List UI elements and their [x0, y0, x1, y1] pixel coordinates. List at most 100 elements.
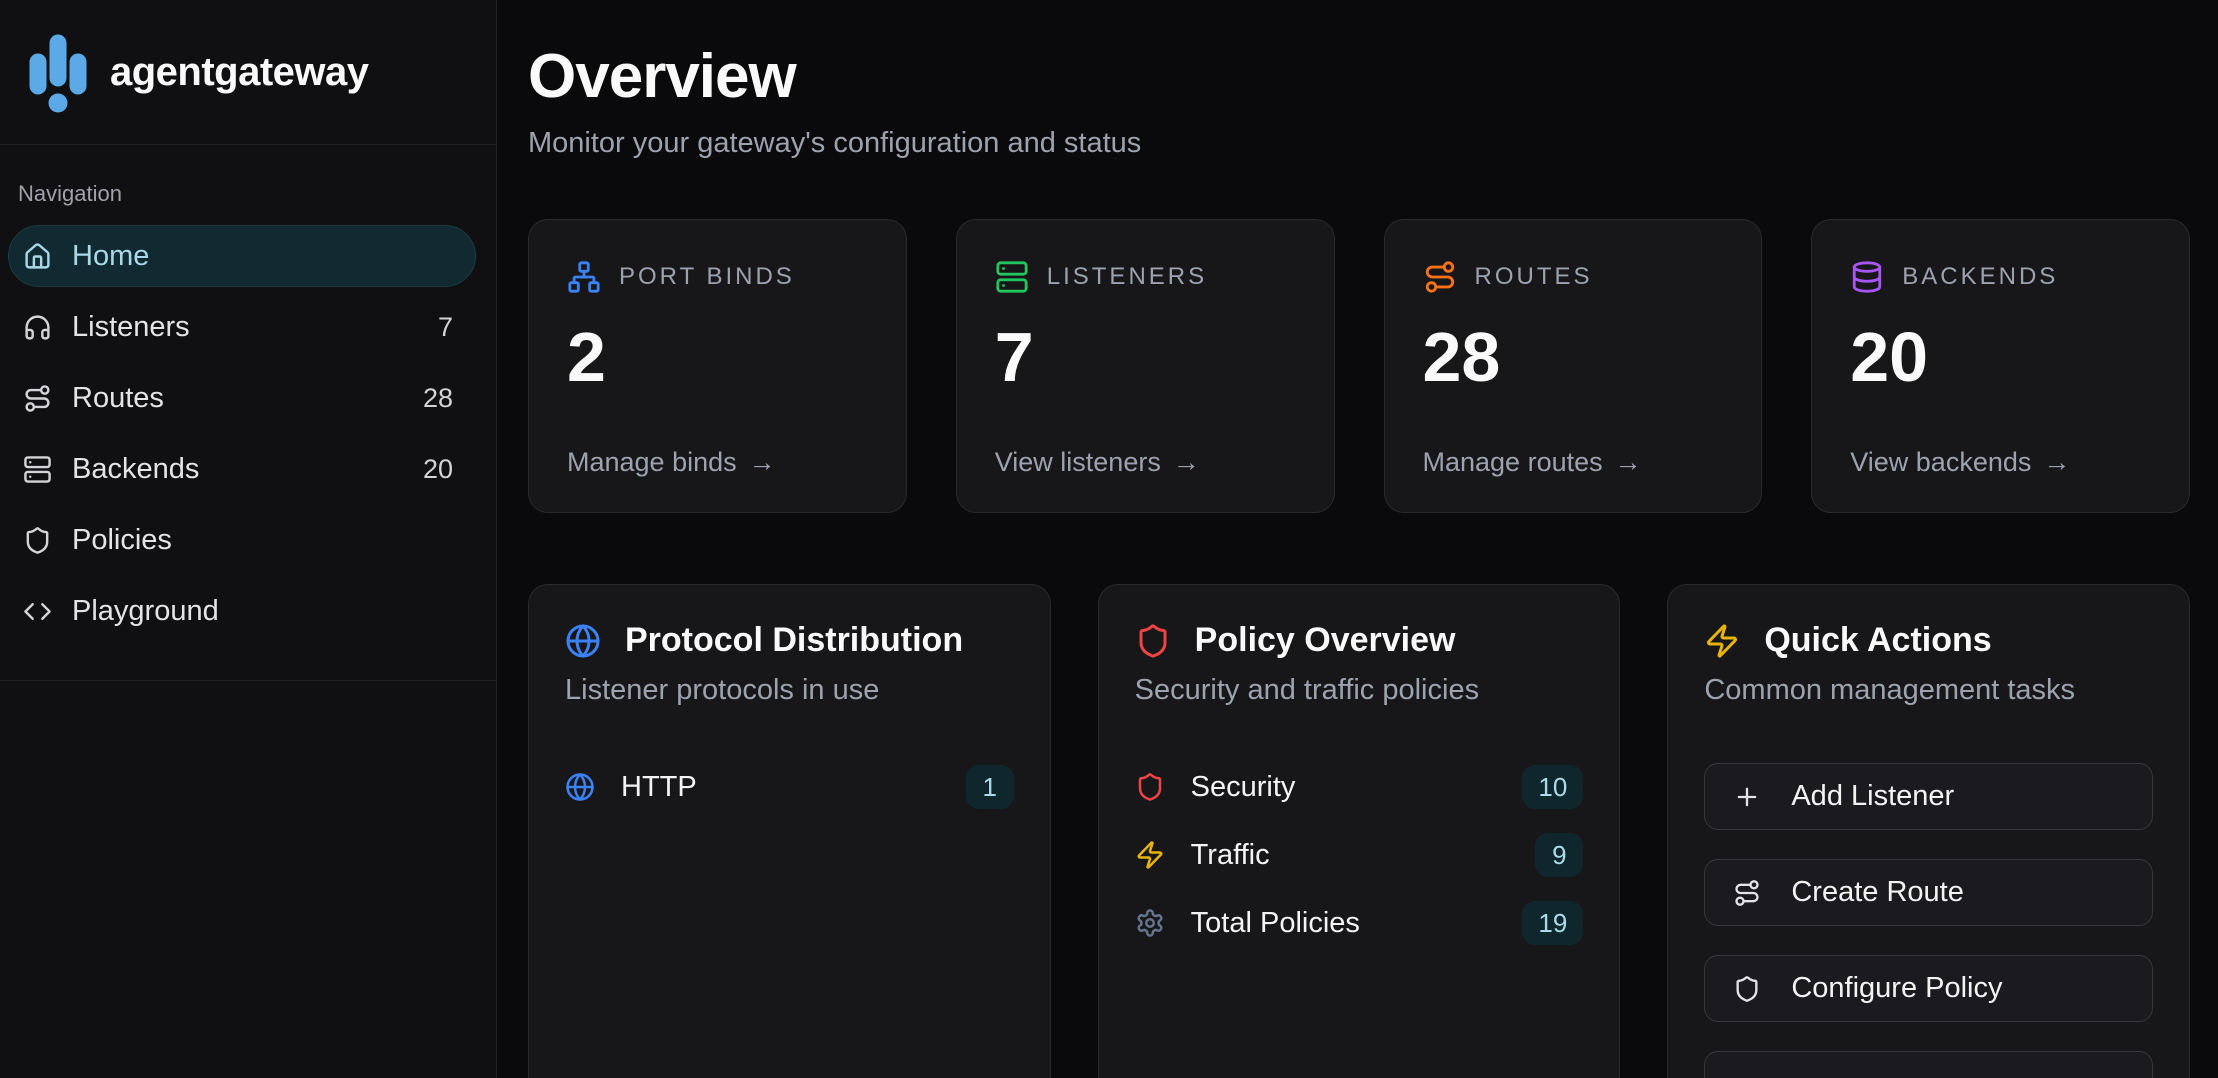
sidebar-item-home[interactable]: Home [8, 225, 476, 287]
panel-row-total-policies: Total Policies 19 [1135, 899, 1584, 947]
stat-card-header: BACKENDS [1850, 260, 2151, 294]
panel-title: Quick Actions [1764, 621, 1991, 660]
route-icon [1733, 879, 1761, 907]
network-icon [567, 260, 601, 294]
page-title: Overview [528, 42, 2190, 111]
nav-section-label: Navigation [18, 181, 496, 207]
sidebar-item-playground[interactable]: Playground [8, 580, 476, 642]
sidebar-item-count: 20 [423, 454, 453, 485]
stat-card-link-label: View listeners [995, 447, 1161, 478]
stat-card-link-view-backends[interactable]: View backends → [1850, 447, 2151, 478]
sidebar-item-routes[interactable]: Routes28 [8, 367, 476, 429]
stat-card-link-view-listeners[interactable]: View listeners→ [995, 447, 1296, 478]
globe-icon [565, 772, 595, 802]
stat-card-value: 2 [567, 322, 868, 392]
panel-header: Protocol Distribution [565, 621, 1014, 660]
stat-cards-row: PORT BINDS 2 Manage binds → LISTENERS 7 View l… [528, 219, 2190, 513]
database-icon [1850, 260, 1884, 294]
sidebar-item-label: Listeners [72, 311, 418, 344]
sidebar-item-backends[interactable]: Backends 20 [8, 438, 476, 500]
stat-card-header: LISTENERS [995, 260, 1296, 294]
sidebar-item-label: Playground [72, 595, 453, 628]
headphones-icon [23, 313, 52, 342]
stat-card-label: BACKENDS [1902, 263, 2058, 291]
gear-icon [1135, 908, 1165, 938]
stat-card-label: ROUTES [1475, 263, 1593, 291]
panel-title: Policy Overview [1195, 621, 1456, 660]
policy-overview-panel: Policy Overview Security and traffic pol… [1098, 584, 1621, 1078]
arrow-right-icon: → [749, 447, 776, 478]
stat-card-value: 20 [1850, 322, 2151, 392]
panels-row: Protocol Distribution Listener protocols… [528, 584, 2190, 1078]
stat-card-link-manage-routes[interactable]: Manage routes → [1423, 447, 1724, 478]
main-content: Overview Monitor your gateway's configur… [497, 0, 2218, 1078]
panel-header: Quick Actions [1704, 621, 2153, 660]
panel-row-security: Security 10 [1135, 763, 1584, 811]
panel-row-traffic: Traffic9 [1135, 831, 1584, 879]
sidebar-item-label: Routes [72, 382, 403, 415]
shield-icon [1733, 975, 1761, 1003]
sidebar-item-policies[interactable]: Policies [8, 509, 476, 571]
row-label: Security [1191, 771, 1497, 804]
quick-actions-list: Add Listener Create Route Configure Policy [1704, 763, 2153, 1078]
quick-action-create-route[interactable]: Create Route [1704, 859, 2153, 926]
sidebar-item-count: 7 [438, 312, 453, 343]
count-badge: 10 [1522, 765, 1583, 809]
logo-text: agentgateway [110, 50, 369, 95]
stat-card-header: PORT BINDS [567, 260, 868, 294]
globe-icon [565, 623, 601, 659]
protocol-rows: HTTP1 [565, 763, 1014, 811]
stat-card-label: LISTENERS [1047, 263, 1207, 291]
row-label: HTTP [621, 771, 940, 804]
quick-action-configure-policy[interactable]: Configure Policy [1704, 955, 2153, 1022]
quick-action-label: Add Listener [1791, 780, 1954, 813]
stat-card-backends: BACKENDS 20 View backends → [1811, 219, 2190, 513]
stat-card-routes: ROUTES 28 Manage routes → [1384, 219, 1763, 513]
arrow-right-icon: → [2043, 447, 2070, 478]
quick-action-label: Create Route [1791, 876, 1964, 909]
quick-action-button-4[interactable] [1704, 1051, 2153, 1078]
stat-card-value: 28 [1423, 322, 1724, 392]
stat-card-link-manage-binds[interactable]: Manage binds → [567, 447, 868, 478]
agentgateway-logo-icon [26, 28, 90, 116]
sidebar: agentgateway Navigation Home Listeners 7 Ro… [0, 0, 497, 1078]
policy-rows: Security 10 Traffic9 Total Policies 19 [1135, 763, 1584, 947]
logo[interactable]: agentgateway [0, 0, 496, 145]
stat-card-link-label: Manage binds [567, 447, 737, 478]
panel-row-http: HTTP1 [565, 763, 1014, 811]
zap-icon [1135, 840, 1165, 870]
arrow-right-icon: → [1615, 447, 1642, 478]
panel-header: Policy Overview [1135, 621, 1584, 660]
code-icon [23, 597, 52, 626]
route-icon [1423, 260, 1457, 294]
row-label: Total Policies [1191, 907, 1497, 940]
sidebar-divider [0, 680, 496, 681]
quick-action-label: Configure Policy [1791, 972, 2002, 1005]
plus-icon [1733, 783, 1761, 811]
route-icon [23, 384, 52, 413]
app-root: agentgateway Navigation Home Listeners 7 Ro… [0, 0, 2218, 1078]
sidebar-item-listeners[interactable]: Listeners 7 [8, 296, 476, 358]
stat-card-link-label: View backends [1850, 447, 2031, 478]
home-icon [23, 242, 52, 271]
sidebar-item-label: Backends [72, 453, 403, 486]
nav-list: Home Listeners 7 Routes28 Backends 20 Policies… [0, 225, 496, 642]
panel-subtitle: Security and traffic policies [1135, 674, 1584, 707]
stat-card-label: PORT BINDS [619, 263, 795, 291]
count-badge: 19 [1522, 901, 1583, 945]
stat-card-value: 7 [995, 322, 1296, 392]
server-icon [995, 260, 1029, 294]
protocol-distribution-panel: Protocol Distribution Listener protocols… [528, 584, 1051, 1078]
panel-title: Protocol Distribution [625, 621, 963, 660]
stat-card-port-binds: PORT BINDS 2 Manage binds → [528, 219, 907, 513]
quick-actions-panel: Quick Actions Common management tasks Ad… [1667, 584, 2190, 1078]
server-icon [23, 455, 52, 484]
stat-card-listeners: LISTENERS 7 View listeners→ [956, 219, 1335, 513]
stat-card-header: ROUTES [1423, 260, 1724, 294]
row-label: Traffic [1191, 839, 1510, 872]
quick-action-add-listener[interactable]: Add Listener [1704, 763, 2153, 830]
panel-subtitle: Listener protocols in use [565, 674, 1014, 707]
shield-icon [1135, 772, 1165, 802]
sidebar-item-label: Policies [72, 524, 453, 557]
stat-card-link-label: Manage routes [1423, 447, 1603, 478]
